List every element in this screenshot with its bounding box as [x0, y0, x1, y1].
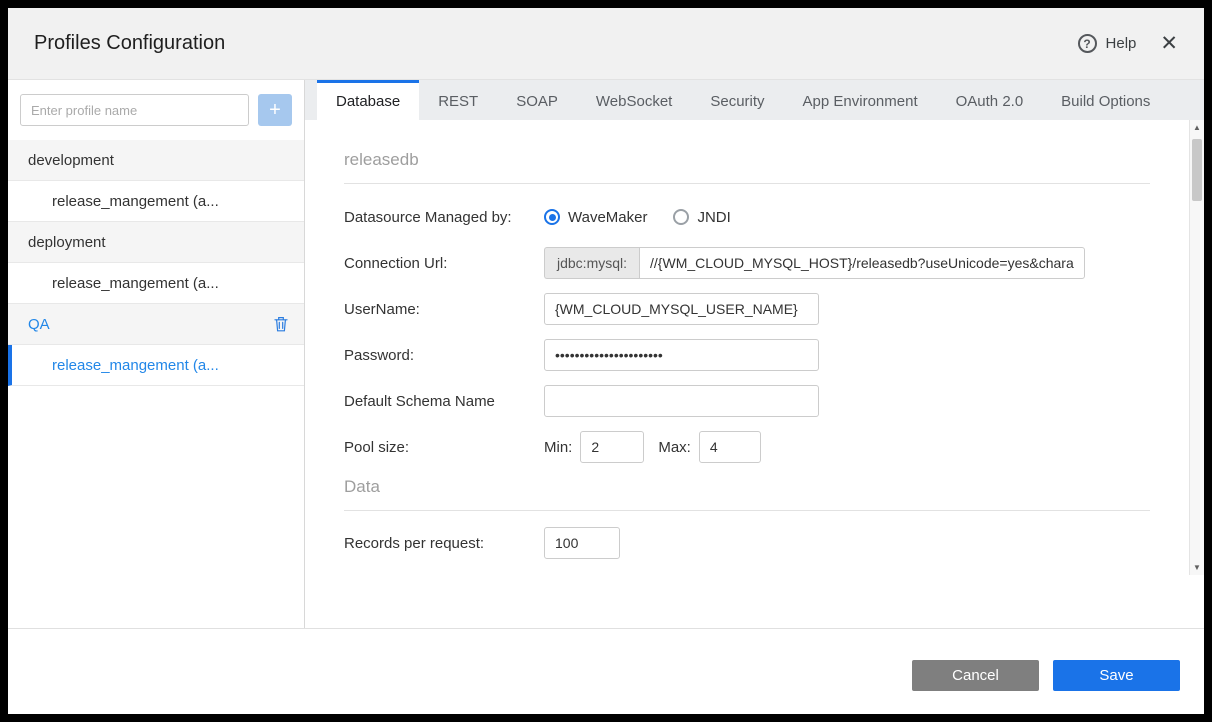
sidebar-item-deployment[interactable]: deployment — [8, 222, 304, 263]
records-row: Records per request: — [344, 527, 1150, 559]
datasource-label: Datasource Managed by: — [344, 208, 512, 226]
radio-jndi[interactable]: JNDI — [673, 208, 731, 226]
data-section-title: Data — [344, 477, 380, 496]
profiles-sidebar: + development release_mangement (a... de… — [8, 80, 305, 628]
radio-jndi-label: JNDI — [697, 208, 731, 226]
username-row: UserName: — [344, 293, 1150, 325]
help-link[interactable]: Help — [1106, 35, 1137, 52]
connection-url-row: Connection Url: jdbc:mysql: — [344, 247, 1150, 279]
section-divider — [344, 183, 1150, 184]
radio-unselected-icon[interactable] — [673, 209, 690, 225]
delete-profile-icon[interactable] — [274, 316, 288, 332]
profile-group-label: QA — [28, 315, 50, 333]
sidebar-item-release-mangement-qa[interactable]: release_mangement (a... — [8, 345, 304, 386]
content-scrollbar[interactable]: ▲ ▼ — [1189, 120, 1204, 575]
profiles-list: development release_mangement (a... depl… — [8, 140, 304, 386]
sidebar-item-development[interactable]: development — [8, 140, 304, 181]
close-icon[interactable]: ✕ — [1160, 33, 1178, 54]
password-row: Password: — [344, 339, 1150, 371]
profile-item-label: release_mangement (a... — [52, 356, 219, 374]
main-panel: Database REST SOAP WebSocket Security Ap… — [305, 80, 1204, 628]
radio-wavemaker[interactable]: WaveMaker — [544, 209, 647, 226]
tab-security[interactable]: Security — [691, 80, 783, 120]
dialog-footer: Cancel Save — [8, 628, 1204, 714]
connection-url-group: jdbc:mysql: — [544, 247, 1086, 279]
pool-min-input[interactable] — [580, 431, 645, 463]
records-label: Records per request: — [344, 534, 485, 552]
header-actions: ? Help ✕ — [1077, 33, 1178, 54]
database-tab-content: releasedb Datasource Managed by: WaveMak… — [305, 120, 1204, 575]
help-icon[interactable]: ? — [1077, 34, 1097, 53]
dialog-body: + development release_mangement (a... de… — [8, 80, 1204, 628]
dialog-header: Profiles Configuration ? Help ✕ — [8, 8, 1204, 80]
scrollbar-thumb[interactable] — [1192, 139, 1202, 201]
tab-soap[interactable]: SOAP — [497, 80, 577, 120]
sidebar-item-release-mangement-deploy[interactable]: release_mangement (a... — [8, 263, 304, 304]
profile-name-input[interactable] — [20, 94, 249, 126]
tab-websocket[interactable]: WebSocket — [577, 80, 691, 120]
cancel-button[interactable]: Cancel — [912, 660, 1039, 691]
default-schema-input[interactable] — [544, 385, 819, 417]
tab-build-options[interactable]: Build Options — [1042, 80, 1169, 120]
password-label: Password: — [344, 346, 415, 364]
connection-url-input[interactable] — [639, 247, 1086, 279]
username-label: UserName: — [344, 300, 420, 318]
pool-max-input[interactable] — [698, 431, 761, 463]
save-button[interactable]: Save — [1053, 660, 1180, 691]
page-title: Profiles Configuration — [34, 32, 226, 54]
records-per-request-input[interactable] — [544, 527, 620, 559]
config-tabbar: Database REST SOAP WebSocket Security Ap… — [305, 80, 1204, 120]
sidebar-item-qa[interactable]: QA — [8, 304, 304, 345]
profile-item-label: release_mangement (a... — [52, 192, 219, 210]
password-input[interactable] — [544, 339, 819, 371]
default-schema-label: Default Schema Name — [344, 392, 495, 410]
profile-item-label: release_mangement (a... — [52, 274, 219, 292]
scroll-down-icon[interactable]: ▼ — [1190, 560, 1204, 575]
connection-url-prefix: jdbc:mysql: — [544, 247, 640, 279]
tab-app-environment[interactable]: App Environment — [784, 80, 937, 120]
default-schema-row: Default Schema Name — [344, 385, 1150, 417]
profiles-configuration-dialog: Profiles Configuration ? Help ✕ + develo… — [8, 8, 1204, 714]
profile-group-label: development — [28, 151, 114, 169]
database-section-title: releasedb — [344, 150, 419, 169]
datasource-row: Datasource Managed by: WaveMaker JNDI — [344, 201, 1150, 233]
radio-selected-icon[interactable] — [544, 209, 560, 225]
pool-min-label: Min: — [544, 438, 573, 456]
tab-database[interactable]: Database — [317, 80, 420, 120]
connection-url-label: Connection Url: — [344, 254, 448, 272]
section-divider — [344, 510, 1150, 511]
sidebar-item-release-mangement-dev[interactable]: release_mangement (a... — [8, 181, 304, 222]
pool-size-label: Pool size: — [344, 438, 410, 456]
tab-oauth[interactable]: OAuth 2.0 — [937, 80, 1043, 120]
profile-create-row: + — [8, 80, 304, 126]
datasource-radio-group: WaveMaker JNDI — [544, 209, 731, 226]
tab-rest[interactable]: REST — [419, 80, 497, 120]
pool-size-row: Pool size: Min: Max: — [344, 431, 1150, 463]
database-form: Datasource Managed by: WaveMaker JNDI Co… — [344, 201, 1150, 559]
pool-max-label: Max: — [658, 438, 691, 456]
radio-wavemaker-label: WaveMaker — [568, 208, 648, 226]
username-input[interactable] — [544, 293, 819, 325]
profile-group-label: deployment — [28, 233, 106, 251]
scroll-up-icon[interactable]: ▲ — [1190, 120, 1204, 135]
add-profile-button[interactable]: + — [258, 94, 292, 126]
